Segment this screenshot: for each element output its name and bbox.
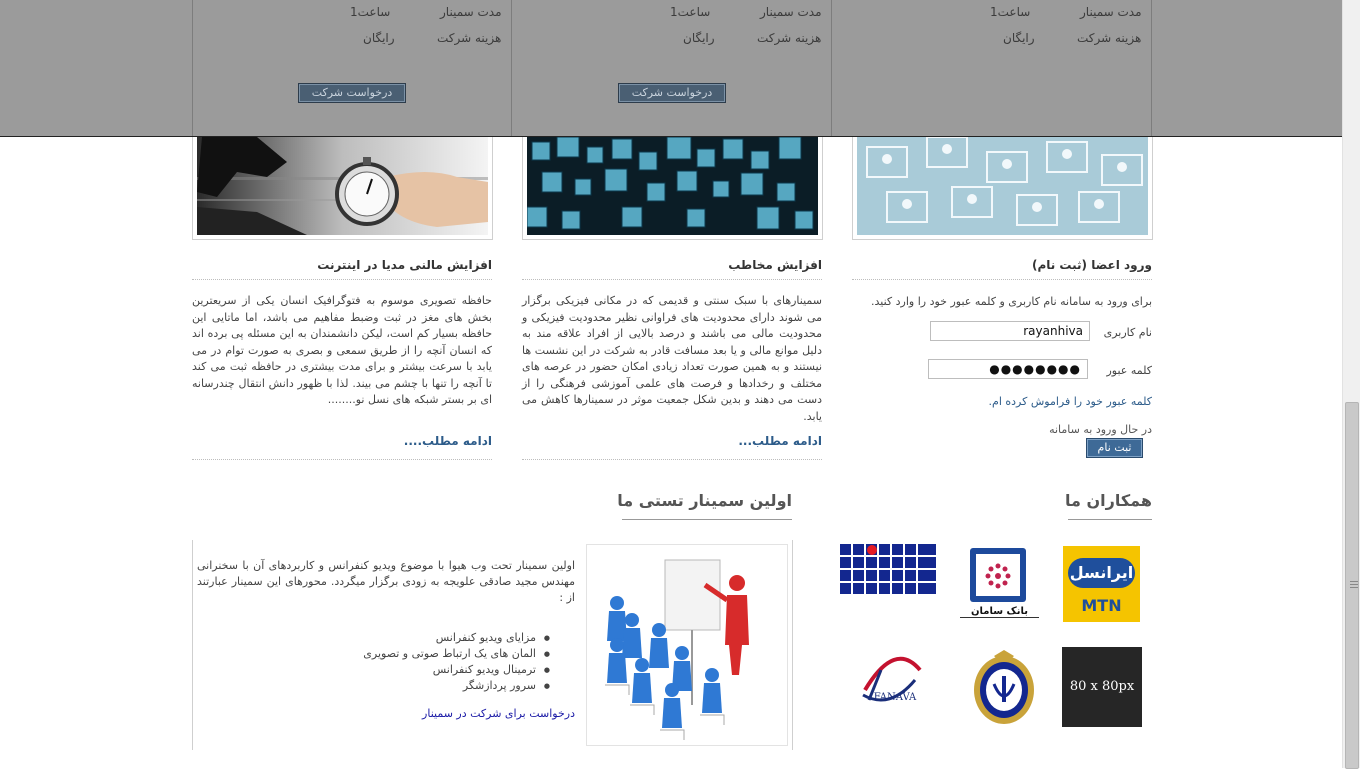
conference-image-frame <box>852 137 1153 240</box>
forgot-password-link[interactable]: کلمه عبور خود را فراموش کرده ام. <box>852 395 1152 408</box>
bank-saman-logo[interactable]: بانک سامان <box>960 546 1039 624</box>
list-item: سرور پردازشگر <box>300 678 550 694</box>
duration-value: 1ساعت <box>990 5 1031 19</box>
seminar-registration-link[interactable]: درخواست برای شرکت در سمینار <box>300 707 575 720</box>
audience-column-text: سمینارهای با سبک سنتی و قدیمی که در مکان… <box>522 294 822 423</box>
stopwatch-image-frame <box>192 137 493 240</box>
media-column-text: حافظه تصویری موسوم به فتوگرافیک انسان یک… <box>192 294 492 406</box>
duration-value: 1ساعت <box>670 5 711 19</box>
heading-underline <box>1068 519 1152 520</box>
cost-value: رایگان <box>683 31 715 45</box>
audience-read-more-link[interactable]: ادامه مطلب... <box>522 434 822 448</box>
overlay-divider <box>1151 0 1152 136</box>
cost-label: هزینه شرکت <box>1077 31 1142 45</box>
seminar-topics-list: مزایای ویدیو کنفرانس المان های یک ارتباط… <box>300 630 550 694</box>
irancell-logo-text: ایرانسل <box>1068 558 1135 588</box>
cost-value: رایگان <box>1003 31 1035 45</box>
divider <box>192 279 492 280</box>
divider <box>522 459 822 460</box>
cubes-image-frame <box>522 137 823 240</box>
divider <box>852 279 1152 280</box>
first-seminar-heading: اولین سمینار تستی ما <box>617 491 792 510</box>
video-conference-image <box>857 137 1148 235</box>
list-item: مزایای ویدیو کنفرانس <box>300 630 550 646</box>
overlay-divider <box>192 0 193 136</box>
list-item: ترمینال ویدیو کنفرانس <box>300 662 550 678</box>
fanava-logo[interactable]: FANAVA <box>855 650 935 725</box>
partners-heading: همکاران ما <box>1065 491 1152 510</box>
password-input[interactable]: ●●●●●●●● <box>928 359 1088 379</box>
media-read-more-link[interactable]: ادامه مطلب.... <box>192 434 492 448</box>
scroll-grip-icon <box>1350 581 1358 582</box>
irancell-logo[interactable]: ایرانسل MTN <box>1063 546 1140 622</box>
bank-saman-text: بانک سامان <box>960 606 1039 618</box>
cost-value: رایگان <box>363 31 395 45</box>
request-participation-button[interactable]: درخواست شرکت <box>298 83 406 103</box>
duration-value: 1ساعت <box>350 5 391 19</box>
heading-underline <box>622 519 792 520</box>
first-seminar-intro: اولین سمینار تحت وب هیوا با موضوع ویدیو … <box>197 559 575 604</box>
seminar-info-overlay: مدت سمینار 1ساعت هزینه شرکت رایگان درخوا… <box>0 0 1343 137</box>
blue-cubes-image <box>527 137 818 235</box>
password-label: کلمه عبور <box>1106 364 1152 377</box>
list-item: المان های یک ارتباط صوتی و تصویری <box>300 646 550 662</box>
login-instructions: برای ورود به سامانه نام کاربری و کلمه عب… <box>871 295 1152 308</box>
mtn-logo-text: MTN <box>1081 596 1122 615</box>
username-label: نام کاربری <box>1103 326 1152 339</box>
scroll-grip-icon <box>1350 587 1358 588</box>
register-button[interactable]: ثبت نام <box>1086 438 1143 458</box>
scroll-grip-icon <box>1350 584 1358 585</box>
seminar-illustration <box>586 544 788 746</box>
partner-grid-logo[interactable] <box>840 544 936 594</box>
vertical-scrollbar[interactable] <box>1342 0 1360 769</box>
overlay-divider <box>831 0 832 136</box>
login-title: ورود اعضا (ثبت نام) <box>1031 258 1152 272</box>
divider <box>192 459 492 460</box>
cost-label: هزینه شرکت <box>437 31 502 45</box>
overlay-divider <box>511 0 512 136</box>
cost-label: هزینه شرکت <box>757 31 822 45</box>
duration-label: مدت سمینار <box>440 5 502 19</box>
media-column-title: افزایش مالنی مدیا در اینترنت <box>317 258 492 272</box>
login-status-text: در حال ورود به سامانه <box>1049 423 1152 436</box>
duration-label: مدت سمینار <box>760 5 822 19</box>
audience-column-title: افزایش مخاطب <box>728 258 822 272</box>
username-input[interactable] <box>930 321 1090 341</box>
fanava-logo-text: FANAVA <box>873 692 917 703</box>
stopwatch-runner-image <box>197 137 488 235</box>
placeholder-logo[interactable]: 80 x 80px <box>1062 647 1142 727</box>
divider <box>522 279 822 280</box>
duration-label: مدت سمینار <box>1080 5 1142 19</box>
request-participation-button[interactable]: درخواست شرکت <box>618 83 726 103</box>
scrollbar-thumb[interactable] <box>1345 402 1359 769</box>
bank-melli-logo[interactable] <box>970 648 1038 726</box>
